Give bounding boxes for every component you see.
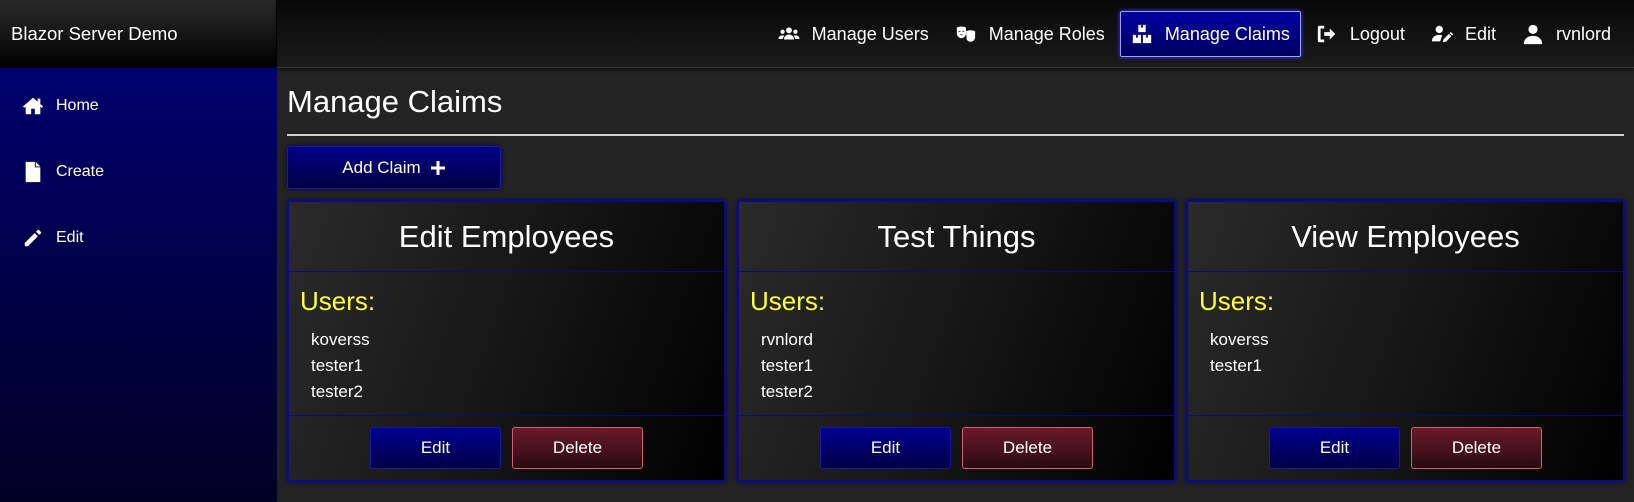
list-item: rvnlord	[761, 330, 813, 349]
nav-label: Manage Roles	[988, 23, 1105, 44]
claim-card-body: Users: rvnlord tester1 tester2	[739, 272, 1174, 416]
claim-card-body: Users: koverss tester1 tester2	[289, 272, 724, 416]
nav-user-account[interactable]: rvnlord	[1511, 11, 1622, 57]
user-list: koverss tester1	[1199, 327, 1623, 379]
claim-card: Edit Employees Users: koverss tester1 te…	[287, 200, 726, 482]
sidebar-item-label: Create	[56, 163, 105, 180]
app-brand[interactable]: Blazor Server Demo	[0, 0, 277, 68]
user-list: rvnlord tester1 tester2	[750, 327, 1174, 405]
nav-label: Manage Claims	[1164, 23, 1290, 44]
pencil-icon	[24, 229, 42, 247]
nav-manage-roles[interactable]: Manage Roles	[944, 11, 1116, 57]
nav-label: rvnlord	[1555, 23, 1611, 44]
nav-edit-profile[interactable]: Edit	[1420, 11, 1507, 57]
nav-label: Logout	[1349, 23, 1405, 44]
file-icon	[25, 161, 41, 183]
sidebar-item-home[interactable]: Home	[22, 90, 99, 122]
nav-manage-users[interactable]: Manage Users	[767, 11, 940, 57]
list-item: tester1	[311, 356, 363, 375]
claim-card-title: View Employees	[1188, 202, 1623, 272]
user-edit-icon	[1431, 25, 1453, 43]
user-list: koverss tester1 tester2	[300, 327, 724, 405]
claim-card-body: Users: koverss tester1	[1188, 272, 1623, 416]
delete-claim-button[interactable]: Delete	[962, 427, 1093, 469]
delete-claim-button[interactable]: Delete	[1411, 427, 1542, 469]
users-label: Users:	[750, 286, 826, 316]
boxes-icon	[1132, 24, 1151, 44]
masks-icon	[956, 26, 975, 42]
user-icon	[1523, 24, 1543, 45]
nav-label: Manage Users	[811, 23, 929, 44]
add-claim-button[interactable]: Add Claim	[287, 146, 501, 189]
nav-manage-claims[interactable]: Manage Claims	[1119, 11, 1301, 57]
app-title: Blazor Server Demo	[11, 23, 178, 44]
nav-logout[interactable]: Logout	[1305, 11, 1416, 57]
claim-card: Test Things Users: rvnlord tester1 teste…	[737, 200, 1176, 482]
claim-card-title: Test Things	[739, 202, 1174, 272]
logout-icon	[1317, 25, 1336, 43]
list-item: koverss	[1210, 330, 1269, 349]
nav-label: Edit	[1464, 23, 1496, 44]
home-icon	[22, 97, 44, 115]
list-item: koverss	[311, 330, 370, 349]
users-label: Users:	[1199, 286, 1275, 316]
users-label: Users:	[300, 286, 376, 316]
title-divider	[287, 134, 1624, 136]
delete-claim-button[interactable]: Delete	[512, 427, 643, 469]
users-icon	[778, 27, 800, 40]
sidebar-item-label: Home	[56, 97, 99, 114]
list-item: tester1	[761, 356, 813, 375]
sidebar-item-edit[interactable]: Edit	[22, 222, 84, 254]
claim-card-footer: Edit Delete	[739, 416, 1174, 480]
edit-claim-button[interactable]: Edit	[820, 427, 951, 469]
list-item: tester2	[761, 382, 813, 401]
claim-card-footer: Edit Delete	[289, 416, 724, 480]
page-title: Manage Claims	[287, 84, 503, 119]
top-navbar: Manage Users Manage Roles Manage Claims …	[277, 0, 1634, 68]
sidebar-item-create[interactable]: Create	[22, 156, 104, 188]
plus-icon	[430, 160, 445, 175]
list-item: tester2	[311, 382, 363, 401]
sidebar-item-label: Edit	[56, 229, 84, 246]
add-claim-label: Add Claim	[342, 157, 421, 177]
edit-claim-button[interactable]: Edit	[1269, 427, 1400, 469]
edit-claim-button[interactable]: Edit	[370, 427, 501, 469]
sidebar: Home Create Edit	[0, 68, 277, 502]
claim-card-footer: Edit Delete	[1188, 416, 1623, 480]
claim-card-title: Edit Employees	[289, 202, 724, 272]
claim-card: View Employees Users: koverss tester1 Ed…	[1186, 200, 1625, 482]
list-item: tester1	[1210, 356, 1262, 375]
